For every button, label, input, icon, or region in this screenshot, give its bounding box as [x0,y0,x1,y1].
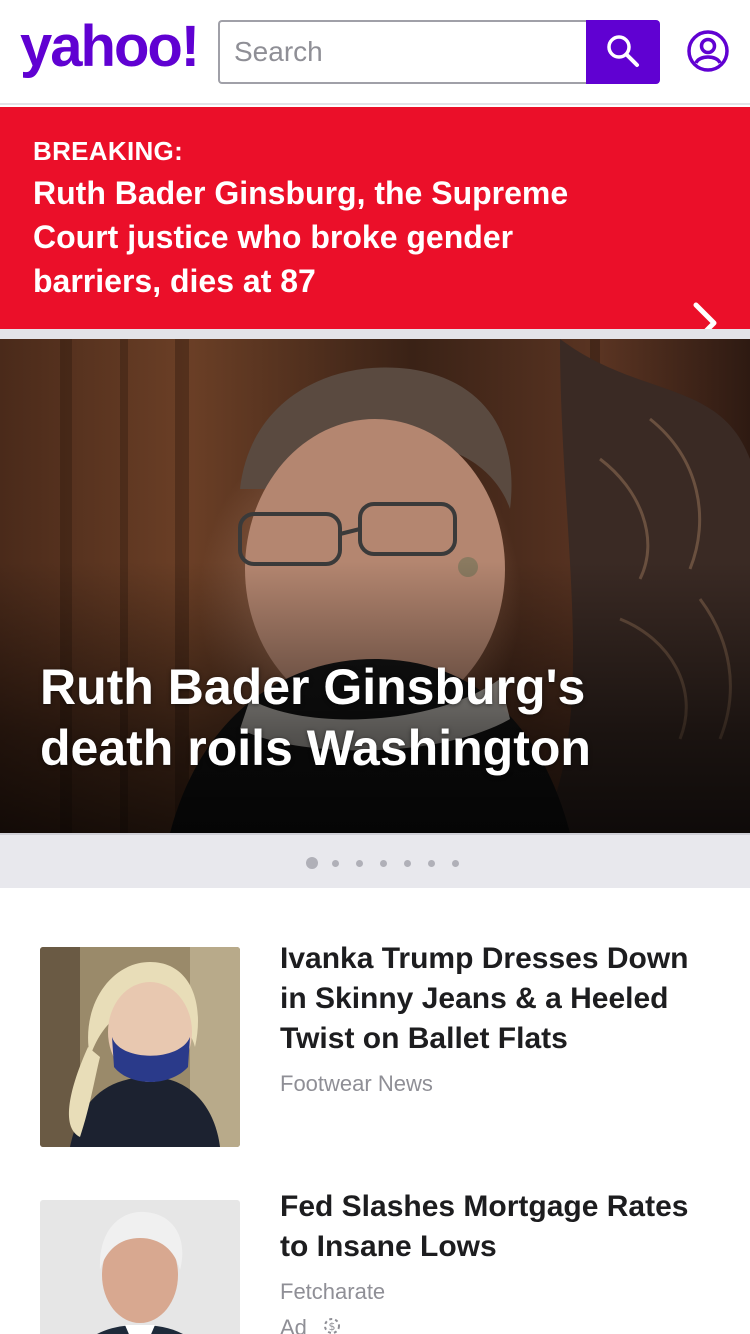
article-source: Fetcharate [280,1279,386,1304]
carousel-dot[interactable] [380,860,387,867]
account-button[interactable] [686,29,730,78]
top-header: yahoo! [0,0,750,105]
breaking-headline: Ruth Bader Ginsburg, the Supreme Court j… [33,175,569,299]
hero-title[interactable]: Ruth Bader Ginsburg's death roils Washin… [40,657,720,779]
ad-choices-icon[interactable]: $ [319,1315,345,1334]
search-icon [605,33,641,72]
carousel-dot[interactable] [452,860,459,867]
yahoo-logo[interactable]: yahoo! [20,18,200,76]
article-title[interactable]: Ivanka Trump Dresses Down in Skinny Jean… [280,939,710,1059]
article-thumbnail [40,1200,240,1334]
ad-label: Ad [280,1315,307,1334]
ad-label-row: Ad $ [280,1315,345,1334]
carousel-dot[interactable] [306,857,318,869]
yahoo-home-page: yahoo! BREAKING: Ruth Bader Ginsburg, [0,0,750,1334]
article-thumbnail [40,947,240,1147]
carousel-dot[interactable] [356,860,363,867]
section-divider [0,329,750,339]
breaking-label: BREAKING: [33,136,184,166]
article-source: Footwear News [280,1071,433,1096]
account-icon [686,29,730,78]
search-input[interactable] [218,20,586,84]
breaking-news-banner[interactable]: BREAKING: Ruth Bader Ginsburg, the Supre… [0,107,750,344]
carousel-pagination [0,833,750,888]
carousel-dot[interactable] [428,860,435,867]
svg-text:$: $ [329,1320,336,1333]
search-button[interactable] [586,20,660,84]
article-title[interactable]: Fed Slashes Mortgage Rates to Insane Low… [280,1187,710,1267]
hero-story[interactable]: Ruth Bader Ginsburg's death roils Washin… [0,339,750,833]
stream-item-ad[interactable]: Fed Slashes Mortgage Rates to Insane Low… [0,1190,750,1334]
stream-item[interactable]: Ivanka Trump Dresses Down in Skinny Jean… [0,942,750,1157]
carousel-dot[interactable] [404,860,411,867]
carousel-dot[interactable] [332,860,339,867]
